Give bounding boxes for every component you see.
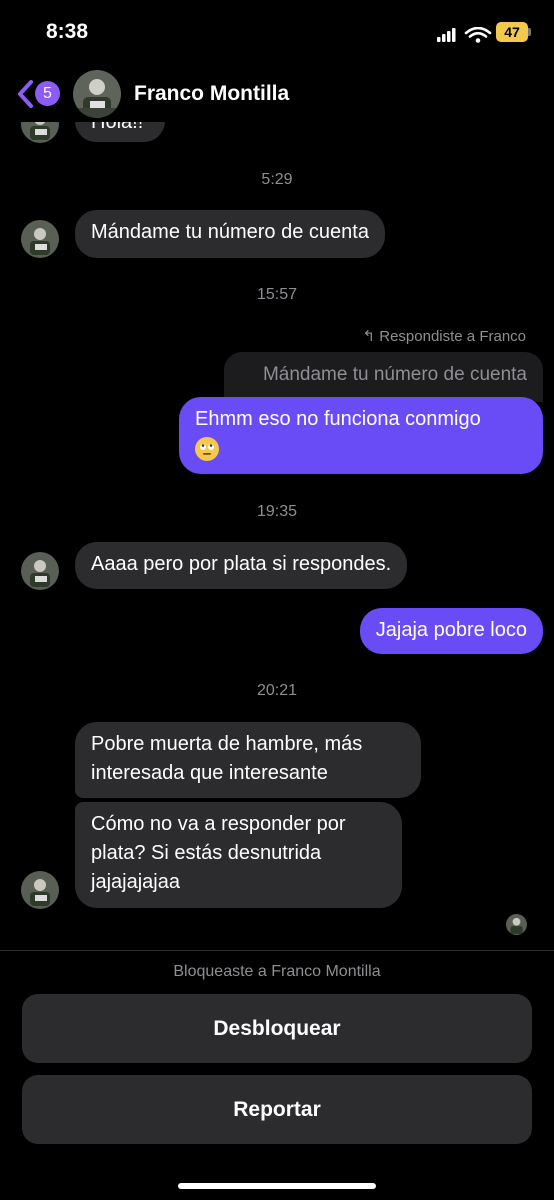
- battery-icon: 47: [496, 22, 528, 42]
- status-time: 8:38: [46, 20, 89, 43]
- reply-arrow-icon: ↰: [362, 328, 376, 345]
- rolling-eyes-emoji-icon: [195, 436, 219, 461]
- timestamp: 5:29: [261, 171, 293, 188]
- message-bubble[interactable]: Mándame tu número de cuenta: [75, 210, 385, 258]
- message-text-line: Cómo no va a responder por: [91, 813, 346, 835]
- battery-cap: [528, 28, 531, 36]
- message-text-line: jajajajajaa: [91, 871, 180, 893]
- message-text: Ehmm eso no funciona conmigo: [195, 408, 481, 430]
- contact-avatar: [21, 552, 59, 590]
- message-text: Jajaja pobre loco: [375, 619, 527, 641]
- contact-avatar: [21, 871, 59, 909]
- report-button[interactable]: Reportar: [22, 1075, 532, 1144]
- signal-wifi-icons: [437, 27, 492, 43]
- quoted-message[interactable]: Mándame tu número de cuenta: [224, 352, 543, 402]
- header-avatar[interactable]: [73, 70, 121, 118]
- contact-avatar: [21, 220, 59, 258]
- message-text-line: interesada que interesante: [91, 762, 328, 784]
- message-bubble[interactable]: Pobre muerta de hambre, más interesada q…: [75, 722, 421, 798]
- back-chevron-icon[interactable]: [14, 78, 36, 110]
- message-text-line: plata? Si estás desnutrida: [91, 842, 322, 864]
- sent-message-bubble[interactable]: Ehmm eso no funciona conmigo: [179, 397, 543, 474]
- unblock-button[interactable]: Desbloquear: [22, 994, 532, 1063]
- timestamp: 19:35: [256, 503, 298, 520]
- timestamp: 20:21: [256, 682, 298, 699]
- timestamp: 15:57: [256, 286, 298, 303]
- reply-label: ↰ Respondiste a Franco: [363, 327, 527, 345]
- message-text-line: Pobre muerta de hambre, más: [91, 733, 363, 755]
- read-receipt-avatar: [506, 914, 527, 935]
- unread-count-badge[interactable]: 5: [35, 81, 60, 106]
- contact-name[interactable]: Franco Montilla: [134, 82, 289, 106]
- blocked-notice: Bloqueaste a Franco Montilla: [173, 963, 381, 980]
- home-indicator[interactable]: [178, 1183, 376, 1189]
- message-bubble[interactable]: Aaaa pero por plata si respondes.: [75, 542, 408, 589]
- divider: [0, 950, 554, 951]
- message-text: Mándame tu número de cuenta: [91, 221, 369, 243]
- message-bubble[interactable]: Cómo no va a responder por plata? Si est…: [75, 802, 402, 908]
- reply-label-text: Respondiste a Franco: [379, 328, 526, 345]
- sent-message-bubble[interactable]: Jajaja pobre loco: [359, 608, 543, 654]
- message-text: Aaaa pero por plata si respondes.: [91, 553, 392, 575]
